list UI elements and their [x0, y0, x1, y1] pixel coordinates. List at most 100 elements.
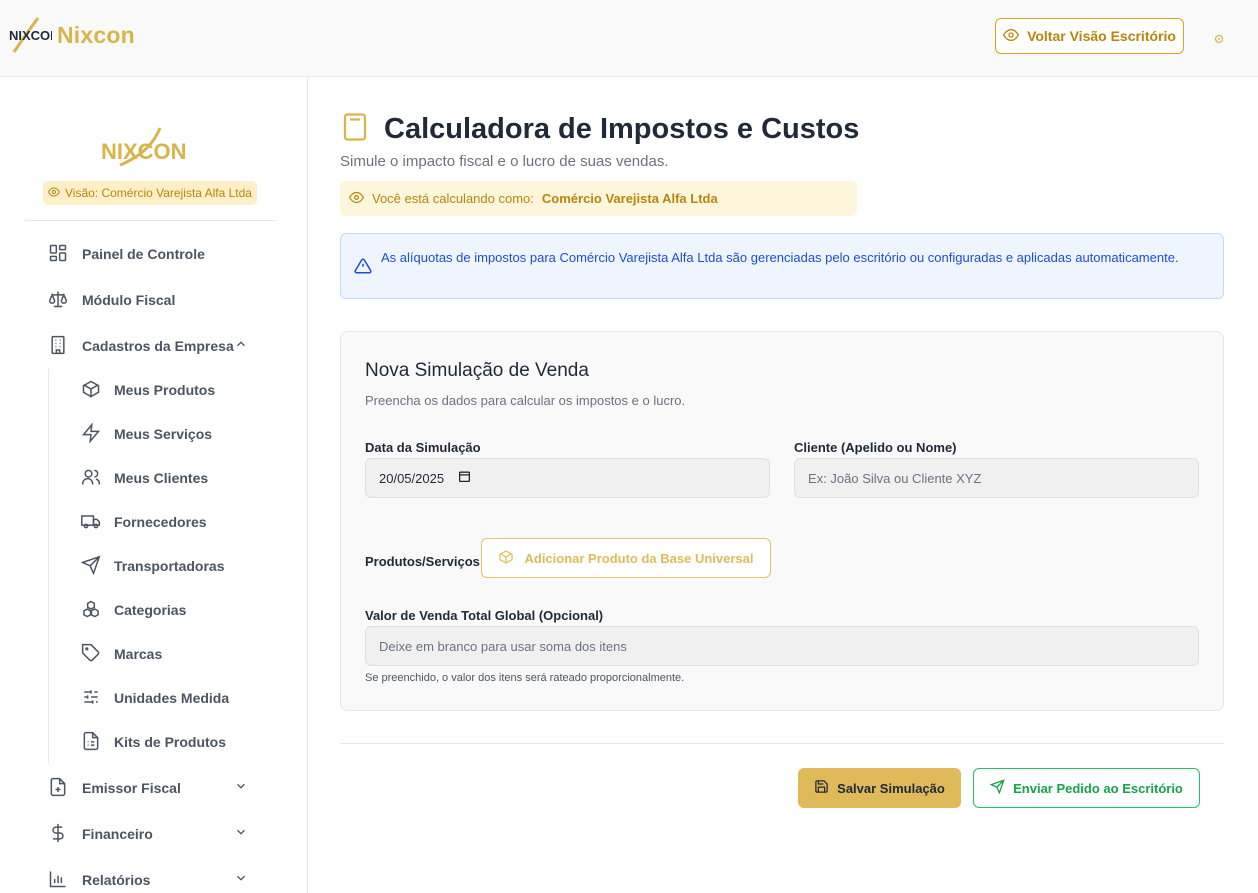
alert-triangle-icon: [354, 257, 372, 280]
date-input[interactable]: 20/05/2025: [365, 458, 770, 498]
client-input[interactable]: Ex: João Silva ou Cliente XYZ: [794, 458, 1199, 498]
sidebar-item-label: Relatórios: [82, 872, 151, 888]
send-icon: [989, 779, 1005, 797]
sidebar-item-label: Emissor Fiscal: [82, 780, 181, 796]
main-content: Calculadora de Impostos e Custos Simule …: [308, 77, 1258, 893]
sidebar-subitem-label: Fornecedores: [114, 514, 207, 530]
voltar-visao-label: Voltar Visão Escritório: [1027, 28, 1176, 44]
chevron-down-icon: [234, 871, 248, 888]
client-placeholder: Ex: João Silva ou Cliente XYZ: [808, 470, 982, 486]
sidebar-item-label: Financeiro: [82, 826, 153, 842]
sidebar-subitem-servicos[interactable]: Meus Serviços: [81, 421, 213, 446]
calculator-icon: [340, 111, 370, 148]
sidebar-item-emissor[interactable]: Emissor Fiscal: [48, 776, 258, 800]
date-label: Data da Simulação: [365, 440, 481, 455]
sidebar-item-label: Cadastros da Empresa: [82, 338, 234, 354]
sidebar-item-painel[interactable]: Painel de Controle: [48, 242, 258, 266]
eye-icon: [1002, 27, 1020, 46]
boxes-icon: [81, 599, 101, 622]
sidebar-subitem-clientes[interactable]: Meus Clientes: [81, 466, 208, 490]
actions-divider: [340, 743, 1224, 744]
sidebar-subitem-label: Meus Produtos: [114, 382, 216, 398]
sliders-icon: [81, 687, 101, 710]
sidebar-subitem-marcas[interactable]: Marcas: [81, 642, 162, 666]
scale-icon: [48, 289, 68, 312]
tag-icon: [81, 643, 101, 666]
total-hint: Se preenchido, o valor dos itens será ra…: [365, 672, 685, 684]
save-simulation-label: Salvar Simulação: [837, 780, 945, 796]
truck-icon: [81, 511, 101, 534]
sidebar: NIXCON Visão: Comércio Varejista Alfa Lt…: [0, 77, 308, 893]
dollar-icon: [48, 823, 68, 846]
calculating-as-banner: Você está calculando como: Comércio Vare…: [340, 181, 857, 216]
box-icon: [498, 549, 514, 568]
users-icon: [81, 467, 101, 490]
send-order-label: Enviar Pedido ao Escritório: [1013, 780, 1183, 796]
chevron-down-icon: [234, 825, 248, 842]
sidebar-subitem-transportadoras[interactable]: Transportadoras: [80, 554, 225, 578]
sidebar-item-label: Módulo Fiscal: [82, 292, 176, 308]
card-title: Nova Simulação de Venda: [365, 360, 589, 381]
sidebar-subitem-label: Kits de Produtos: [114, 734, 227, 750]
sidebar-divider: [25, 220, 275, 221]
calendar-icon[interactable]: [458, 470, 471, 486]
sidebar-subitem-label: Transportadoras: [114, 558, 225, 574]
chevron-up-icon: [234, 337, 248, 354]
sidebar-logo: NIXCON: [100, 123, 200, 173]
sidebar-subitem-label: Unidades Medida: [114, 690, 230, 706]
send-order-button[interactable]: Enviar Pedido ao Escritório: [973, 768, 1200, 808]
tax-info-alert: As alíquotas de impostos para Comércio V…: [340, 233, 1224, 299]
kit-icon: [81, 731, 101, 754]
brand-logo: NIXCON: [8, 14, 60, 56]
save-simulation-button[interactable]: Salvar Simulação: [798, 768, 961, 808]
total-input[interactable]: Deixe em branco para usar soma dos itens: [365, 626, 1199, 666]
brand-logo-text: NIXCON: [9, 28, 52, 43]
save-icon: [814, 779, 829, 797]
submenu-line: [48, 369, 49, 763]
card-description: Preencha os dados para calcular os impos…: [365, 393, 686, 408]
brand[interactable]: NIXCON Nixcon: [8, 14, 135, 56]
sidebar-subitem-unidades[interactable]: Unidades Medida: [81, 686, 229, 710]
add-product-button[interactable]: Adicionar Produto da Base Universal: [481, 538, 771, 578]
box-icon: [81, 379, 101, 402]
eye-icon: [47, 186, 61, 201]
sidebar-subitem-fornecedores[interactable]: Fornecedores: [81, 510, 207, 534]
send-icon: [80, 554, 101, 578]
sidebar-item-relatorios[interactable]: Relatórios: [48, 868, 258, 892]
products-label: Produtos/Serviços: [365, 554, 480, 569]
total-label: Valor de Venda Total Global (Opcional): [365, 608, 604, 623]
sidebar-subitem-categorias[interactable]: Categorias: [81, 598, 186, 622]
sidebar-subitem-label: Categorias: [114, 602, 187, 618]
chevron-down-icon: [234, 779, 248, 796]
sidebar-subitem-label: Meus Clientes: [114, 470, 209, 486]
bar-chart-icon: [48, 869, 68, 892]
voltar-visao-button[interactable]: Voltar Visão Escritório: [995, 18, 1184, 54]
building-icon: [48, 335, 68, 358]
total-placeholder: Deixe em branco para usar soma dos itens: [379, 638, 627, 654]
sidebar-item-cadastros[interactable]: Cadastros da Empresa: [48, 334, 258, 358]
top-bar: NIXCON Nixcon Voltar Visão Escritório: [0, 0, 1258, 77]
client-label: Cliente (Apelido ou Nome): [794, 440, 957, 455]
page-subtitle: Simule o impacto fiscal e o lucro de sua…: [340, 153, 669, 170]
sidebar-subitem-label: Meus Serviços: [114, 426, 213, 442]
date-value: 20/05/2025: [379, 470, 445, 486]
calculating-as-company: Comércio Varejista Alfa Ltda: [541, 191, 718, 206]
zap-icon: [81, 421, 101, 446]
sidebar-logo-text: NIXCON: [101, 139, 187, 164]
calculating-as-prefix: Você está calculando como:: [372, 191, 534, 206]
page-title: Calculadora de Impostos e Custos: [384, 113, 860, 145]
file-plus-icon: [48, 777, 68, 800]
sidebar-subitem-label: Marcas: [114, 646, 163, 662]
sidebar-item-label: Painel de Controle: [82, 246, 205, 262]
simulation-card: Nova Simulação de Venda Preencha os dado…: [340, 331, 1224, 711]
sidebar-item-fiscal[interactable]: Módulo Fiscal: [48, 288, 258, 312]
visao-badge: Visão: Comércio Varejista Alfa Ltda: [43, 181, 257, 205]
brand-name: Nixcon: [57, 21, 135, 48]
visao-badge-label: Visão: Comércio Varejista Alfa Ltda: [65, 186, 252, 200]
eye-icon: [348, 190, 365, 208]
tax-info-text: As alíquotas de impostos para Comércio V…: [381, 250, 1179, 265]
sidebar-item-financeiro[interactable]: Financeiro: [48, 822, 258, 846]
user-menu-icon[interactable]: [1214, 31, 1224, 44]
sidebar-subitem-kits[interactable]: Kits de Produtos: [81, 730, 226, 754]
sidebar-subitem-produtos[interactable]: Meus Produtos: [81, 378, 215, 402]
